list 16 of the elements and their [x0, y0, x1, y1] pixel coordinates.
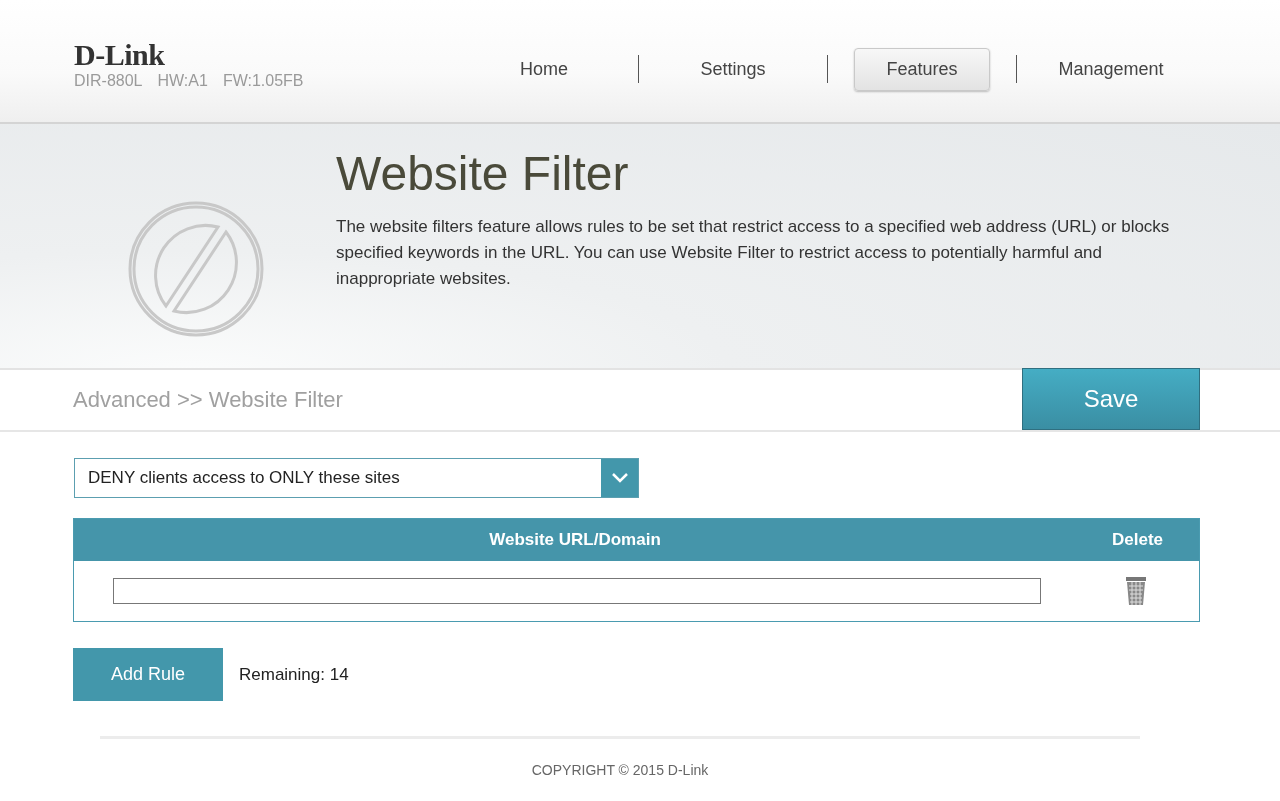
nav-tab[interactable]: Settings [665, 47, 801, 91]
model-label: DIR-880L [74, 72, 143, 90]
firmware-label: FW:1.05FB [222, 72, 304, 90]
brand-logo: D-Link [74, 40, 166, 70]
column-header: Delete [1076, 518, 1200, 561]
filter-mode-dropdown[interactable]: DENY clients access to ONLY these sites [74, 458, 639, 498]
hardware-label: HW:A1 [157, 72, 208, 90]
column-header: Website URL/Domain [73, 518, 1076, 561]
nav-tab[interactable]: Home [476, 47, 612, 91]
page-title: Website Filter [336, 146, 630, 202]
nav-tab[interactable]: Management [1043, 47, 1179, 91]
page-description: The website filters feature allows rules to be set that restrict access to a specified web address (URL) or blocks specified keywords in the URL. You can use Website Filter to restrict access to potentially harmful and inappropriate websites. [336, 216, 1171, 290]
breadcrumb: Advanced >> Website Filter [73, 387, 343, 413]
remaining-count: Remaining: 14 [239, 664, 349, 685]
copyright-text: COPYRIGHT © 2015 D-Link [531, 762, 709, 778]
nav-tab[interactable]: Features [854, 47, 990, 91]
